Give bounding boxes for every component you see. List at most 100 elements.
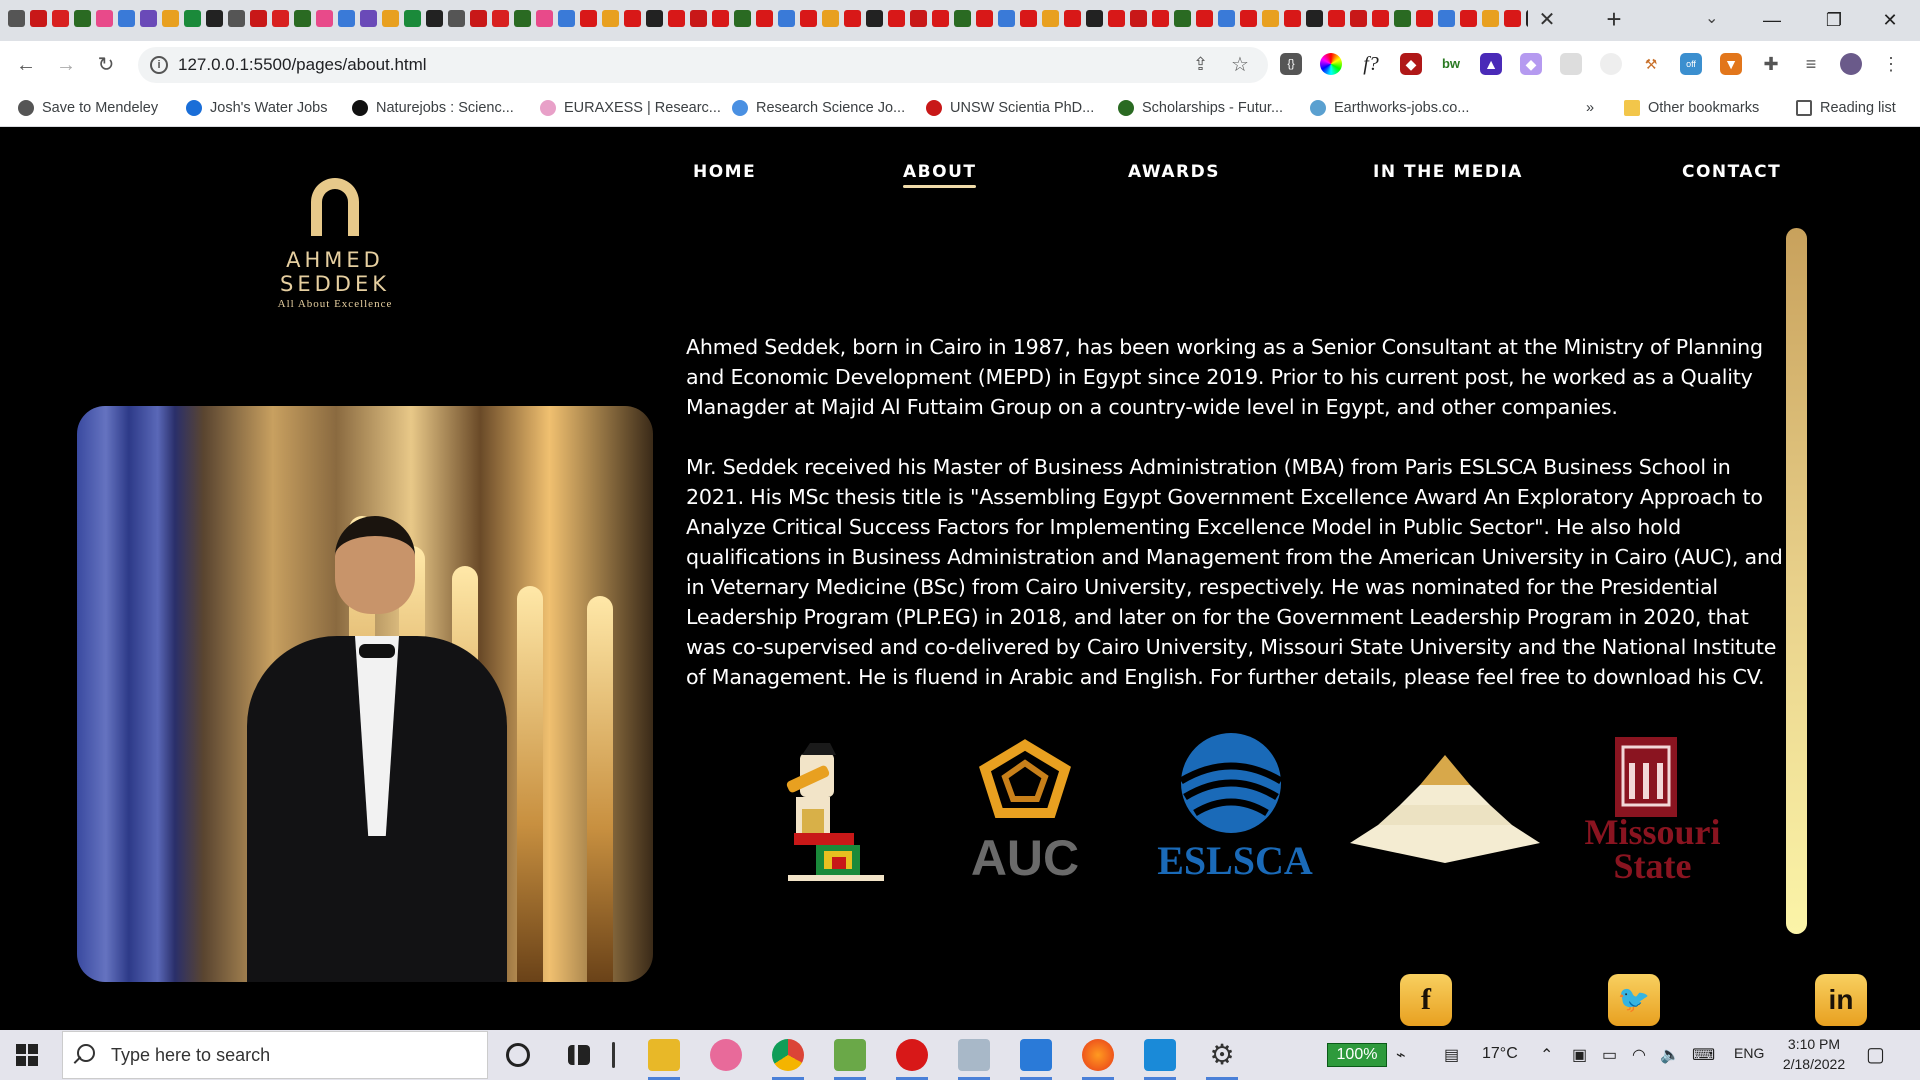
reading-list[interactable]: Reading list xyxy=(1796,97,1896,119)
vscode-icon[interactable] xyxy=(1144,1039,1176,1080)
extension-formula-icon[interactable]: f? xyxy=(1360,53,1382,75)
tab-favicon-icon[interactable] xyxy=(690,10,707,27)
tab-favicon-icon[interactable] xyxy=(668,10,685,27)
tab-favicon-icon[interactable] xyxy=(1306,10,1323,27)
tab-favicon-icon[interactable] xyxy=(844,10,861,27)
tab-favicon-icon[interactable] xyxy=(184,10,201,27)
restore-button[interactable]: ❐ xyxy=(1814,6,1854,34)
taskbar-search-box[interactable]: Type here to search xyxy=(62,1031,488,1079)
wifi-icon[interactable]: ◠ xyxy=(1632,1045,1646,1065)
tab-favicon-icon[interactable] xyxy=(96,10,113,27)
extension-grey-icon[interactable] xyxy=(1560,53,1582,75)
reload-icon[interactable]: ↻ xyxy=(92,51,120,79)
tab-favicon-icon[interactable] xyxy=(1152,10,1169,27)
tab-favicon-icon[interactable] xyxy=(1108,10,1125,27)
tab-favicon-icon[interactable] xyxy=(1086,10,1103,27)
tab-favicon-icon[interactable] xyxy=(888,10,905,27)
profile-avatar[interactable] xyxy=(1840,53,1862,75)
tab-favicon-icon[interactable] xyxy=(492,10,509,27)
tab-favicon-icon[interactable] xyxy=(360,10,377,27)
tab-favicon-icon[interactable] xyxy=(514,10,531,27)
task-view-icon[interactable] xyxy=(568,1045,590,1065)
extension-off-icon[interactable]: off xyxy=(1680,53,1702,75)
extensions-puzzle-icon[interactable]: ✚ xyxy=(1760,53,1782,75)
tab-favicon-icon[interactable] xyxy=(1240,10,1257,27)
tab-favicon-icon[interactable] xyxy=(426,10,443,27)
bookmark-naturejobs[interactable]: Naturejobs : Scienc... xyxy=(352,97,514,119)
tab-favicon-icon[interactable] xyxy=(932,10,949,27)
tab-favicon-icon[interactable] xyxy=(866,10,883,27)
bookmark-water-jobs[interactable]: Josh's Water Jobs xyxy=(186,97,327,119)
tab-favicon-icon[interactable] xyxy=(338,10,355,27)
tab-favicon-icon[interactable] xyxy=(1482,10,1499,27)
tab-favicon-icon[interactable] xyxy=(1504,10,1521,27)
extension-cap-icon[interactable]: ▲ xyxy=(1480,53,1502,75)
extension-bw-icon[interactable]: bw xyxy=(1440,53,1462,75)
extension-color-icon[interactable] xyxy=(1320,53,1342,75)
bookmark-mendeley[interactable]: Save to Mendeley xyxy=(18,97,158,119)
tab-favicon-icon[interactable] xyxy=(558,10,575,27)
tab-favicon-icon[interactable] xyxy=(580,10,597,27)
file-explorer-icon[interactable] xyxy=(648,1039,680,1080)
tab-favicon-icon[interactable] xyxy=(448,10,465,27)
nav-contact[interactable]: CONTACT xyxy=(1682,162,1781,182)
taskbar-clock[interactable]: 3:10 PM 2/18/2022 xyxy=(1768,1034,1860,1074)
firefox-icon[interactable] xyxy=(1082,1039,1114,1080)
nav-in-the-media[interactable]: IN THE MEDIA xyxy=(1373,162,1523,182)
bookmark-star-icon[interactable]: ☆ xyxy=(1231,52,1249,77)
tray-overflow-icon[interactable]: ⌃ xyxy=(1540,1045,1553,1065)
tab-favicon-icon[interactable] xyxy=(646,10,663,27)
tab-favicon-icon[interactable] xyxy=(118,10,135,27)
tab-favicon-icon[interactable] xyxy=(536,10,553,27)
tab-favicon-icon[interactable] xyxy=(8,10,25,27)
tab-favicon-icon[interactable] xyxy=(778,10,795,27)
tab-favicon-icon[interactable] xyxy=(1064,10,1081,27)
bookmark-other[interactable]: Other bookmarks xyxy=(1624,97,1759,119)
tab-favicon-icon[interactable] xyxy=(228,10,245,27)
address-bar[interactable]: i 127.0.0.1:5500/pages/about.html ⇪ ☆ xyxy=(138,47,1268,83)
scrollbar-thumb[interactable] xyxy=(1786,228,1807,934)
tab-favicon-icon[interactable] xyxy=(1174,10,1191,27)
extension-json-icon[interactable]: {} xyxy=(1280,53,1302,75)
tab-favicon-icon[interactable] xyxy=(1416,10,1433,27)
tab-favicon-icon[interactable] xyxy=(470,10,487,27)
display-settings-icon[interactable] xyxy=(958,1039,990,1080)
tab-favicon-icon[interactable] xyxy=(1328,10,1345,27)
tab-favicon-icon[interactable] xyxy=(294,10,311,27)
tab-favicon-icon[interactable] xyxy=(712,10,729,27)
tab-favicon-icon[interactable] xyxy=(140,10,157,27)
language-indicator[interactable]: ENG xyxy=(1734,1045,1764,1061)
windows-start-icon[interactable] xyxy=(16,1044,38,1066)
tab-favicon-icon[interactable] xyxy=(1350,10,1367,27)
settings-gear-icon[interactable]: ⚙ xyxy=(1206,1039,1238,1080)
metamask-icon[interactable]: ▼ xyxy=(1720,53,1742,75)
tab-favicon-icon[interactable] xyxy=(1526,10,1528,27)
minimize-button[interactable]: — xyxy=(1752,6,1792,34)
cortana-icon[interactable] xyxy=(506,1043,530,1067)
keyboard-icon[interactable]: ⌨ xyxy=(1692,1045,1715,1065)
tab-favicon-icon[interactable] xyxy=(954,10,971,27)
chrome-icon[interactable] xyxy=(772,1039,804,1080)
tab-favicon-icon[interactable] xyxy=(30,10,47,27)
menu-kebab-icon[interactable]: ⋮ xyxy=(1880,53,1902,75)
nav-awards[interactable]: AWARDS xyxy=(1128,162,1220,182)
close-window-button[interactable]: ✕ xyxy=(1870,6,1910,34)
temperature-text[interactable]: 17°C xyxy=(1482,1045,1518,1063)
tab-favicon-icon[interactable] xyxy=(1460,10,1477,27)
bookmarks-overflow-icon[interactable]: » xyxy=(1586,97,1594,119)
vivaldi-icon[interactable] xyxy=(896,1039,928,1080)
share-icon[interactable]: ⇪ xyxy=(1193,54,1208,75)
tab-favicon-icon[interactable] xyxy=(1372,10,1389,27)
tab-favicon-icon[interactable] xyxy=(1196,10,1213,27)
back-arrow-icon[interactable]: ← xyxy=(12,51,40,79)
notes-app-icon[interactable] xyxy=(1020,1039,1052,1080)
tab-favicon-icon[interactable] xyxy=(756,10,773,27)
tray-app-icon[interactable]: ▣ xyxy=(1572,1045,1587,1065)
extension-face-icon[interactable] xyxy=(1600,53,1622,75)
tab-favicon-icon[interactable] xyxy=(998,10,1015,27)
nav-home[interactable]: HOME xyxy=(693,162,756,182)
new-tab-button[interactable]: + xyxy=(1600,6,1628,34)
tab-favicon-icon[interactable] xyxy=(1218,10,1235,27)
extension-purple-icon[interactable]: ◆ xyxy=(1520,53,1542,75)
tab-favicon-icon[interactable] xyxy=(316,10,333,27)
